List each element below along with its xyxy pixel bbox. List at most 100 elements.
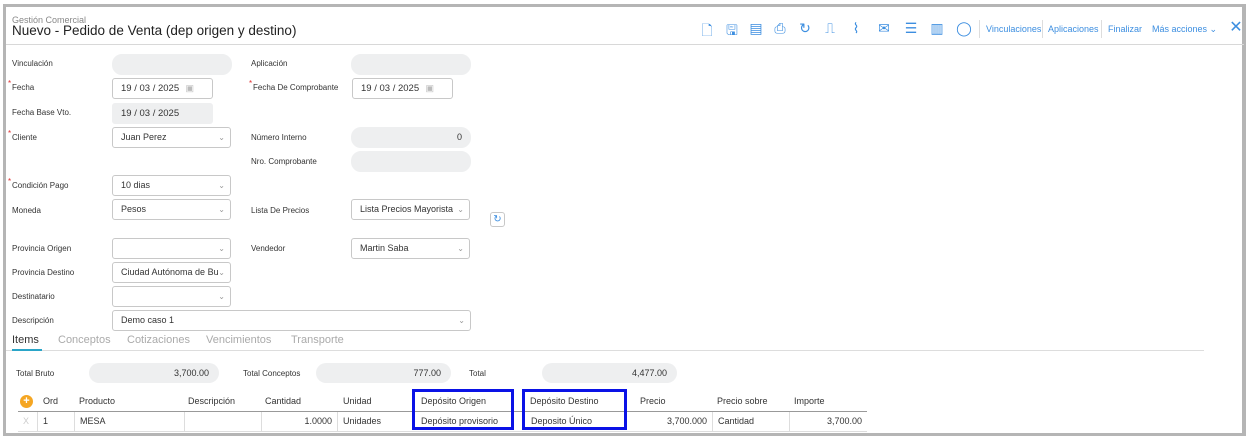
add-row-button[interactable]: + xyxy=(20,395,33,408)
chevron-down-icon: ⌄ xyxy=(457,244,464,253)
header-divider xyxy=(6,44,1244,45)
row-divider xyxy=(18,431,867,432)
mas-acciones-label: Más acciones xyxy=(1152,24,1208,34)
fecha-input[interactable]: 19 / 03 / 2025 ▣ xyxy=(112,78,213,99)
toolbar-separator xyxy=(979,20,980,38)
fecha-comprobante-label: Fecha De Comprobante xyxy=(249,79,338,92)
chevron-down-icon: ⌄ xyxy=(218,292,225,301)
finalizar-link[interactable]: Finalizar xyxy=(1108,24,1142,34)
nro-comprobante-field xyxy=(351,151,471,172)
vendedor-value: Martin Saba xyxy=(360,243,409,253)
cell-unidad[interactable]: Unidades xyxy=(338,412,412,431)
descripcion-value: Demo caso 1 xyxy=(121,315,175,325)
condicion-pago-value: 10 dias xyxy=(121,180,151,190)
fecha-base-label: Fecha Base Vto. xyxy=(12,108,72,117)
mas-acciones-menu[interactable]: Más acciones ⌄ xyxy=(1152,24,1217,35)
toolbar-separator xyxy=(1101,20,1102,38)
total-conceptos-label: Total Conceptos xyxy=(243,369,301,378)
close-icon[interactable]: ✕ xyxy=(1227,17,1245,37)
condicion-pago-label: Condición Pago xyxy=(8,177,69,190)
fecha-base-field: 19 / 03 / 2025 xyxy=(112,103,213,124)
numero-interno-field: 0 xyxy=(351,127,471,148)
chevron-down-icon: ⌄ xyxy=(218,181,225,190)
numero-interno-label: Número Interno xyxy=(251,133,307,142)
tab-items[interactable]: Items xyxy=(12,334,39,346)
descripcion-input[interactable]: Demo caso 1 ⌄ xyxy=(112,310,471,331)
tab-vencimientos[interactable]: Vencimientos xyxy=(206,334,271,346)
history-icon[interactable]: ↻ xyxy=(796,20,814,37)
col-ord: Ord xyxy=(43,396,59,406)
provincia-destino-value: Ciudad Autónoma de Bu xyxy=(121,267,219,277)
lista-precios-select[interactable]: Lista Precios Mayorista ⌄ xyxy=(351,199,470,220)
cell-producto[interactable]: MESA xyxy=(75,412,185,431)
chevron-down-icon: ⌄ xyxy=(457,205,464,214)
provincia-origen-select[interactable]: ⌄ xyxy=(112,238,231,259)
col-importe: Importe xyxy=(794,396,825,406)
fecha-comprobante-input[interactable]: 19 / 03 / 2025 ▣ xyxy=(352,78,453,99)
total-label: Total xyxy=(469,369,486,378)
col-descripcion: Descripción xyxy=(188,396,236,406)
cell-precio-sobre[interactable]: Cantidad xyxy=(713,412,790,431)
tab-conceptos[interactable]: Conceptos xyxy=(58,334,111,346)
col-unidad: Unidad xyxy=(343,396,372,406)
total-conceptos-field: 777.00 xyxy=(316,363,451,383)
fecha-value: 19 / 03 / 2025 xyxy=(121,83,180,94)
print-icon[interactable]: ⎙ xyxy=(771,20,789,37)
provincia-origen-label: Provincia Origen xyxy=(12,244,72,253)
fecha-comprobante-value: 19 / 03 / 2025 xyxy=(361,83,420,94)
vendedor-select[interactable]: Martin Saba ⌄ xyxy=(351,238,470,259)
attach-icon[interactable]: ⌇ xyxy=(847,20,865,37)
vinculacion-label: Vinculación xyxy=(12,59,53,68)
email-icon[interactable]: ✉ xyxy=(875,20,893,37)
cell-ord: 1 xyxy=(38,412,75,431)
destinatario-label: Destinatario xyxy=(12,292,55,301)
total-bruto-field: 3,700.00 xyxy=(89,363,219,383)
col-cantidad: Cantidad xyxy=(265,396,302,406)
lista-precios-label: Lista De Precios xyxy=(251,206,310,215)
checklist-icon[interactable]: ☰ xyxy=(902,20,920,37)
refresh-prices-button[interactable]: ↻ xyxy=(490,212,505,227)
aplicacion-label: Aplicación xyxy=(251,59,288,68)
total-field: 4,477.00 xyxy=(542,363,677,383)
calendar-icon[interactable]: ▣ xyxy=(425,79,434,98)
cliente-label: Cliente xyxy=(8,129,37,142)
new-document-icon[interactable]: 🗋 xyxy=(698,20,716,44)
chevron-down-icon: ⌄ xyxy=(458,316,465,325)
aplicaciones-link[interactable]: Aplicaciones xyxy=(1048,24,1099,34)
cell-precio[interactable]: 3,700.000 xyxy=(636,412,713,431)
vinculaciones-link[interactable]: Vinculaciones xyxy=(986,24,1041,34)
calendar-icon[interactable]: ▣ xyxy=(185,79,194,98)
toolbar-separator xyxy=(1042,20,1043,38)
total-bruto-label: Total Bruto xyxy=(16,369,55,378)
cell-importe: 3,700.00 xyxy=(826,416,862,426)
pdf-icon[interactable]: ⎍ xyxy=(821,20,839,37)
chevron-down-icon: ⌄ xyxy=(218,263,225,282)
copy-icon[interactable]: ▤ xyxy=(747,20,765,37)
moneda-select[interactable]: Pesos ⌄ xyxy=(112,199,231,220)
cell-cantidad[interactable]: 1.0000 xyxy=(262,412,338,431)
vendedor-label: Vendedor xyxy=(251,244,286,253)
condicion-pago-select[interactable]: 10 dias ⌄ xyxy=(112,175,231,196)
destinatario-select[interactable]: ⌄ xyxy=(112,286,231,307)
tab-cotizaciones[interactable]: Cotizaciones xyxy=(127,334,190,346)
page-title: Nuevo - Pedido de Venta (dep origen y de… xyxy=(12,23,297,38)
moneda-value: Pesos xyxy=(121,204,147,214)
tab-transporte[interactable]: Transporte xyxy=(291,334,344,346)
chevron-down-icon: ⌄ xyxy=(1209,24,1218,34)
comment-icon[interactable]: ◯ xyxy=(955,20,973,37)
fecha-label: Fecha xyxy=(8,79,34,92)
cliente-select[interactable]: Juan Perez ⌄ xyxy=(112,127,231,148)
cell-descripcion[interactable] xyxy=(185,412,262,431)
notebook-icon[interactable]: ▥ xyxy=(928,20,946,37)
cliente-value: Juan Perez xyxy=(121,132,167,142)
save-icon[interactable]: 🖫 xyxy=(723,20,741,44)
lista-precios-value: Lista Precios Mayorista xyxy=(360,204,454,214)
col-producto: Producto xyxy=(79,396,116,406)
chevron-down-icon: ⌄ xyxy=(218,205,225,214)
moneda-label: Moneda xyxy=(12,206,41,215)
delete-row-button[interactable]: X xyxy=(18,412,38,431)
chevron-down-icon: ⌄ xyxy=(218,133,225,142)
tabs-divider xyxy=(6,350,1204,351)
col-precio: Precio xyxy=(640,396,666,406)
provincia-destino-select[interactable]: Ciudad Autónoma de Bu ⌄ xyxy=(112,262,231,283)
